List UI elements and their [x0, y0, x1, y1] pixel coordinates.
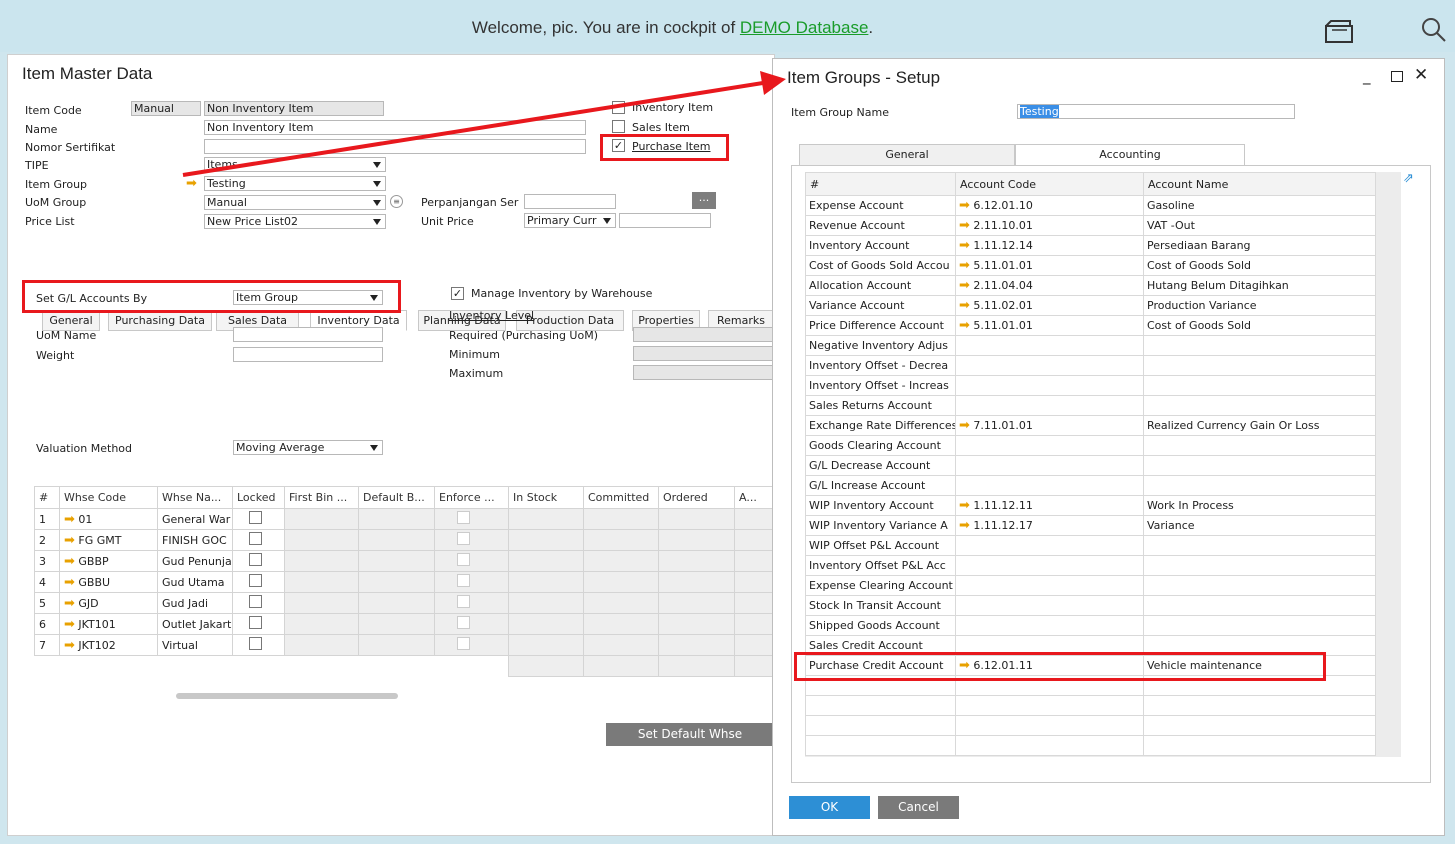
red-connector-arrow — [182, 71, 786, 177]
